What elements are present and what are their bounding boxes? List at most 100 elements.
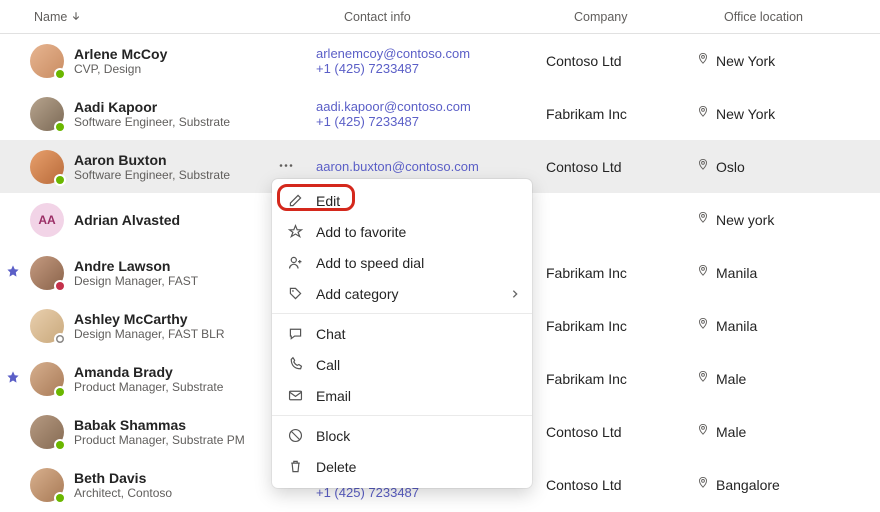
- menu-add-category[interactable]: Add category: [272, 278, 532, 309]
- table-row[interactable]: Arlene McCoyCVP, Designarlenemcoy@contos…: [0, 34, 880, 87]
- location-text: Male: [716, 424, 746, 440]
- location-text: Manila: [716, 265, 757, 281]
- menu-block[interactable]: Block: [272, 420, 532, 451]
- trash-icon: [286, 458, 304, 475]
- avatar[interactable]: AA: [30, 203, 64, 237]
- contact-cell: aadi.kapoor@contoso.com+1 (425) 7233487: [316, 99, 546, 129]
- menu-category-label: Add category: [316, 286, 399, 302]
- avatar[interactable]: [30, 362, 64, 396]
- person-name[interactable]: Beth Davis: [74, 470, 172, 486]
- table-row[interactable]: Aadi KapoorSoftware Engineer, Substrate a…: [0, 87, 880, 140]
- presence-badge: [54, 68, 66, 80]
- company-cell: Fabrikam Inc: [546, 318, 696, 334]
- contact-phone[interactable]: +1 (425) 7233487: [316, 61, 546, 76]
- menu-delete[interactable]: Delete: [272, 451, 532, 482]
- star-plus-icon: [286, 223, 304, 240]
- location-text: Oslo: [716, 159, 745, 175]
- menu-separator: [272, 313, 532, 314]
- company-cell: Contoso Ltd: [546, 159, 696, 175]
- person-title: Product Manager, Substrate PM: [74, 433, 245, 447]
- menu-favorite-label: Add to favorite: [316, 224, 406, 240]
- tag-icon: [286, 285, 304, 302]
- contact-cell: arlenemcoy@contoso.com+1 (425) 7233487: [316, 46, 546, 76]
- person-name[interactable]: Amanda Brady: [74, 364, 223, 380]
- company-cell: Fabrikam Inc: [546, 106, 696, 122]
- menu-edit[interactable]: Edit: [272, 185, 532, 216]
- name-block: Aadi KapoorSoftware Engineer, Substrate: [74, 99, 230, 129]
- menu-chat[interactable]: Chat: [272, 318, 532, 349]
- name-cell: Amanda BradyProduct Manager, Substrate: [6, 362, 316, 396]
- avatar[interactable]: [30, 415, 64, 449]
- contact-cell: aaron.buxton@contoso.com: [316, 159, 546, 174]
- menu-email[interactable]: Email: [272, 380, 532, 411]
- location-pin-icon: [696, 264, 710, 281]
- avatar[interactable]: [30, 97, 64, 131]
- location-cell: Oslo: [696, 158, 876, 175]
- column-contact[interactable]: Contact info: [344, 10, 574, 24]
- presence-badge: [54, 492, 66, 504]
- location-cell: New York: [696, 52, 876, 69]
- location-pin-icon: [696, 52, 710, 69]
- avatar[interactable]: [30, 150, 64, 184]
- person-name[interactable]: Ashley McCarthy: [74, 311, 225, 327]
- presence-badge: [54, 333, 66, 345]
- table-header: Name Contact info Company Office locatio…: [0, 0, 880, 34]
- name-block: Andre LawsonDesign Manager, FAST: [74, 258, 198, 288]
- contact-email[interactable]: arlenemcoy@contoso.com: [316, 46, 546, 61]
- contact-phone[interactable]: +1 (425) 7233487: [316, 114, 546, 129]
- location-cell: Bangalore: [696, 476, 876, 493]
- company-cell: Fabrikam Inc: [546, 371, 696, 387]
- location-text: Male: [716, 371, 746, 387]
- location-cell: New york: [696, 211, 876, 228]
- avatar[interactable]: [30, 468, 64, 502]
- presence-badge: [54, 174, 66, 186]
- location-cell: Manila: [696, 264, 876, 281]
- company-cell: Fabrikam Inc: [546, 265, 696, 281]
- location-text: Manila: [716, 318, 757, 334]
- avatar[interactable]: [30, 256, 64, 290]
- menu-call[interactable]: Call: [272, 349, 532, 380]
- location-text: New york: [716, 212, 774, 228]
- person-name[interactable]: Babak Shammas: [74, 417, 245, 433]
- person-name[interactable]: Adrian Alvasted: [74, 212, 180, 228]
- contact-email[interactable]: aadi.kapoor@contoso.com: [316, 99, 546, 114]
- column-location[interactable]: Office location: [724, 10, 880, 24]
- mail-icon: [286, 387, 304, 404]
- name-block: Aaron BuxtonSoftware Engineer, Substrate: [74, 152, 230, 182]
- avatar[interactable]: [30, 44, 64, 78]
- person-name[interactable]: Aaron Buxton: [74, 152, 230, 168]
- location-pin-icon: [696, 211, 710, 228]
- location-pin-icon: [696, 317, 710, 334]
- person-title: Architect, Contoso: [74, 486, 172, 500]
- chevron-right-icon: [510, 286, 520, 302]
- menu-add-favorite[interactable]: Add to favorite: [272, 216, 532, 247]
- location-text: New York: [716, 106, 775, 122]
- name-block: Babak ShammasProduct Manager, Substrate …: [74, 417, 245, 447]
- person-name[interactable]: Aadi Kapoor: [74, 99, 230, 115]
- column-company[interactable]: Company: [574, 10, 724, 24]
- chat-icon: [286, 325, 304, 342]
- name-cell: Aadi KapoorSoftware Engineer, Substrate: [6, 97, 316, 131]
- location-cell: Male: [696, 423, 876, 440]
- person-title: Design Manager, FAST BLR: [74, 327, 225, 341]
- menu-block-label: Block: [316, 428, 350, 444]
- person-name[interactable]: Andre Lawson: [74, 258, 198, 274]
- avatar[interactable]: [30, 309, 64, 343]
- name-cell: Andre LawsonDesign Manager, FAST: [6, 256, 316, 290]
- name-cell: Arlene McCoyCVP, Design: [6, 44, 316, 78]
- pencil-icon: [286, 192, 304, 209]
- person-title: Product Manager, Substrate: [74, 380, 223, 394]
- menu-add-speed-dial[interactable]: Add to speed dial: [272, 247, 532, 278]
- location-pin-icon: [696, 105, 710, 122]
- row-more-button[interactable]: [278, 157, 294, 176]
- column-name-label: Name: [34, 10, 67, 24]
- name-block: Adrian Alvasted: [74, 212, 180, 228]
- contact-email[interactable]: aaron.buxton@contoso.com: [316, 159, 546, 174]
- location-pin-icon: [696, 476, 710, 493]
- company-cell: Contoso Ltd: [546, 424, 696, 440]
- name-block: Beth DavisArchitect, Contoso: [74, 470, 172, 500]
- presence-badge: [54, 280, 66, 292]
- presence-badge: [54, 121, 66, 133]
- person-name[interactable]: Arlene McCoy: [74, 46, 167, 62]
- column-name[interactable]: Name: [34, 10, 344, 24]
